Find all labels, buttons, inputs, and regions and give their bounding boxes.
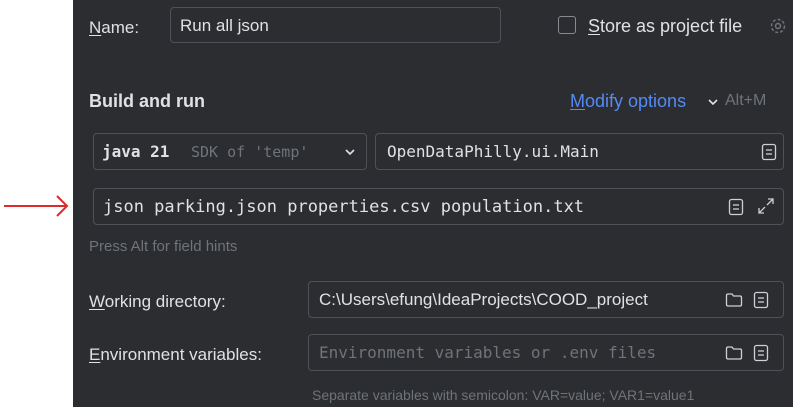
environment-variables-placeholder: Environment variables or .env files — [319, 343, 657, 362]
document-icon[interactable] — [753, 344, 769, 362]
working-directory-field[interactable]: C:\Users\efung\IdeaProjects\COOD_project — [308, 281, 784, 318]
name-label: Name: — [89, 18, 140, 37]
document-icon[interactable] — [753, 291, 769, 309]
jdk-version: java 21 — [102, 142, 170, 161]
name-field[interactable]: Run all json — [170, 7, 501, 43]
jdk-dropdown-chevron-icon[interactable] — [344, 146, 356, 158]
main-class-field[interactable]: OpenDataPhilly.ui.Main — [375, 133, 784, 170]
program-arguments-field[interactable]: json parking.json properties.csv populat… — [93, 188, 784, 225]
modify-options-link[interactable]: Modify options — [570, 91, 686, 112]
run-configuration-panel: Name: Run all json Store as project file… — [73, 0, 793, 407]
jdk-sdk-hint: SDK of 'temp' — [191, 143, 309, 161]
name-value: Run all json — [180, 16, 269, 35]
store-as-project-file-label[interactable]: Store as project file — [588, 16, 742, 36]
environment-variables-label: Environment variables: — [89, 345, 262, 364]
main-class-value: OpenDataPhilly.ui.Main — [387, 142, 599, 161]
environment-variables-field[interactable]: Environment variables or .env files — [308, 334, 784, 371]
folder-icon[interactable] — [725, 292, 743, 308]
build-and-run-title: Build and run — [89, 91, 205, 111]
jdk-selector[interactable]: java 21 SDK of 'temp' — [93, 133, 367, 170]
document-icon[interactable] — [761, 143, 777, 161]
document-icon[interactable] — [728, 198, 744, 216]
annotation-arrow-icon — [4, 195, 69, 217]
working-directory-value: C:\Users\efung\IdeaProjects\COOD_project — [319, 290, 648, 309]
settings-icon[interactable] — [768, 16, 788, 36]
environment-variables-hint: Separate variables with semicolon: VAR=v… — [312, 387, 695, 403]
program-arguments-value: json parking.json properties.csv populat… — [103, 197, 585, 217]
working-directory-label: Working directory: — [89, 292, 226, 311]
store-as-project-file-checkbox[interactable] — [558, 16, 576, 34]
chevron-down-icon[interactable] — [707, 96, 719, 108]
modify-options-shortcut: Alt+M — [725, 92, 767, 109]
folder-icon[interactable] — [725, 345, 743, 361]
field-hints-text: Press Alt for field hints — [89, 238, 238, 255]
expand-icon[interactable] — [756, 196, 776, 216]
